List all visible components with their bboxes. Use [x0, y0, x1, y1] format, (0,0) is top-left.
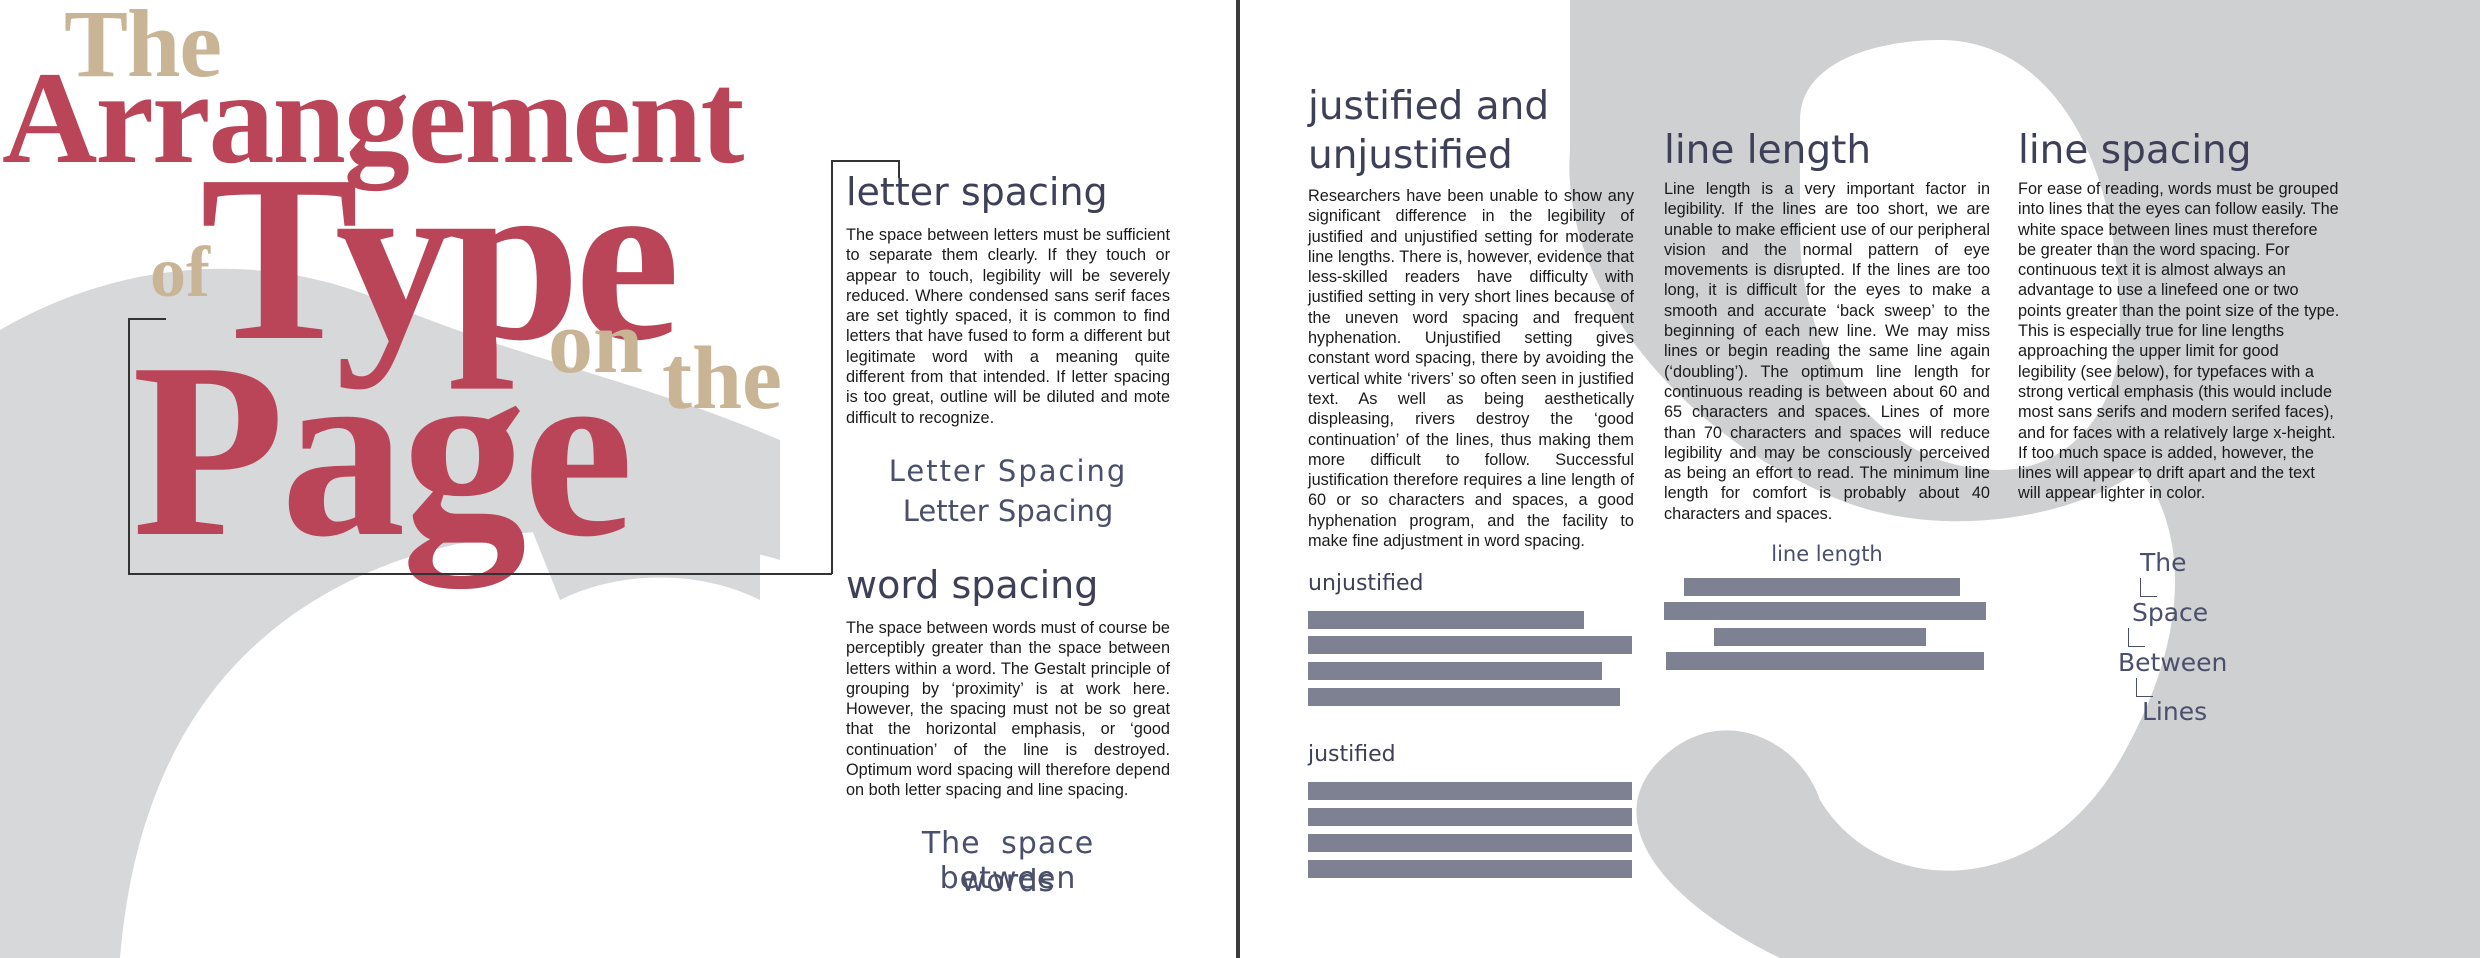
line-length-heading: line length	[1664, 128, 1872, 173]
line-length-bar	[1666, 652, 1984, 670]
letter-spacing-demo-wide: Letter Spacing	[888, 454, 1128, 488]
frame-line-left	[128, 318, 130, 574]
justified-body: Researchers have been unable to show any…	[1308, 187, 1634, 551]
line-spacing-demo-lines: Lines	[2142, 697, 2208, 726]
unjustified-bar	[1308, 636, 1632, 654]
page-gutter-divider	[1236, 0, 1240, 958]
frame-line-right	[831, 160, 833, 574]
line-spacing-demo-bracket	[2136, 678, 2153, 697]
unjustified-bar	[1308, 611, 1584, 629]
justified-heading-line-2: unjustified	[1308, 133, 1513, 178]
frame-line-top-right	[831, 160, 899, 162]
line-length-demo-label: line length	[1771, 542, 1883, 566]
frame-line-top-left	[128, 318, 166, 320]
word-spacing-demo-line-2: words	[960, 864, 1056, 899]
title-page: Page	[132, 312, 634, 589]
line-spacing-body: For ease of reading, words must be group…	[2018, 180, 2340, 503]
line-spacing-demo-the: The	[2140, 548, 2187, 577]
justified-bar	[1308, 834, 1632, 852]
line-spacing-demo-bracket	[2140, 578, 2157, 597]
justified-bar	[1308, 808, 1632, 826]
unjustified-bar	[1308, 662, 1602, 680]
unjustified-label: unjustified	[1308, 571, 1424, 596]
word-spacing-heading: word spacing	[846, 563, 1099, 607]
frame-line-bottom	[128, 573, 832, 575]
justified-heading-line-1: justified and	[1308, 84, 1550, 129]
title-the-second: the	[662, 329, 782, 428]
unjustified-bar	[1308, 688, 1620, 706]
letter-spacing-heading: letter spacing	[846, 170, 1108, 214]
line-spacing-demo-between: Between	[2118, 648, 2228, 677]
line-length-bar	[1664, 602, 1986, 620]
line-spacing-demo-space: Space	[2132, 598, 2209, 627]
letter-spacing-demo-normal: Letter Spacing	[902, 494, 1114, 528]
justified-bar	[1308, 782, 1632, 800]
line-spacing-demo-bracket	[2128, 628, 2145, 647]
letter-spacing-body: The space between letters must be suffic…	[846, 226, 1170, 427]
line-length-bar	[1684, 578, 1960, 596]
justified-bar	[1308, 860, 1632, 878]
justified-label: justified	[1308, 742, 1396, 767]
line-length-body: Line length is a very important factor i…	[1664, 180, 1990, 523]
word-spacing-body: The space between words must of course b…	[846, 619, 1170, 800]
line-spacing-heading: line spacing	[2018, 128, 2252, 173]
line-length-bar	[1714, 628, 1926, 646]
book-spread: The Arrangement of Type on the Page lett…	[0, 0, 2480, 958]
